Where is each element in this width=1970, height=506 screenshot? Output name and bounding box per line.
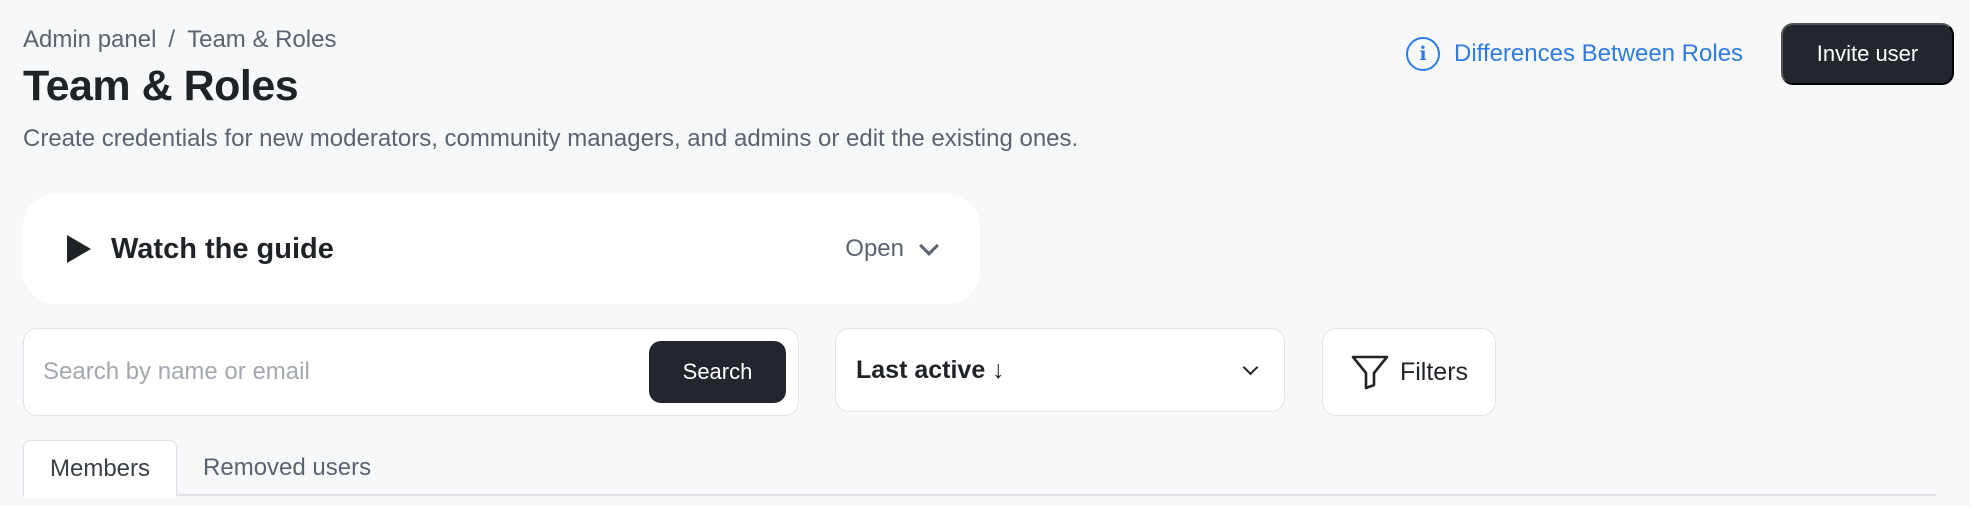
filters-label: Filters — [1399, 357, 1469, 386]
invite-user-button[interactable]: Invite user — [1781, 23, 1954, 85]
guide-title: Watch the guide — [111, 232, 334, 265]
differences-between-roles-link[interactable]: i Differences Between Roles — [1406, 37, 1743, 71]
search-button[interactable]: Search — [649, 341, 786, 403]
differences-link-label: Differences Between Roles — [1454, 40, 1744, 67]
sort-selected-value: Last active ↓ — [856, 355, 1005, 384]
guide-open-toggle[interactable]: Open — [845, 235, 939, 263]
search-input[interactable] — [43, 358, 649, 386]
page-subtitle: Create credentials for new moderators, c… — [23, 125, 1079, 152]
search-box: Search — [23, 328, 799, 416]
tab-removed-users[interactable]: Removed users — [177, 440, 397, 496]
team-roles-page: Admin panel / Team & Roles Team & Roles … — [0, 0, 1970, 506]
chevron-down-icon — [1242, 359, 1259, 375]
breadcrumb-item-admin-panel[interactable]: Admin panel — [23, 26, 156, 54]
tab-bar: Members Removed users — [23, 440, 1936, 498]
tab-members[interactable]: Members — [23, 440, 178, 498]
watch-guide-card[interactable]: Watch the guide Open — [23, 194, 980, 304]
chevron-down-icon — [919, 236, 939, 256]
info-icon: i — [1406, 37, 1440, 71]
filters-button[interactable]: Filters — [1322, 328, 1496, 416]
breadcrumb: Admin panel / Team & Roles — [23, 26, 336, 54]
page-title: Team & Roles — [23, 62, 299, 110]
sort-select[interactable]: Last active ↓ — [835, 328, 1285, 412]
guide-toggle-label: Open — [845, 235, 904, 262]
breadcrumb-item-team-roles: Team & Roles — [187, 26, 337, 53]
funnel-icon — [1351, 355, 1389, 390]
breadcrumb-separator: / — [168, 26, 176, 53]
play-icon — [67, 235, 91, 263]
